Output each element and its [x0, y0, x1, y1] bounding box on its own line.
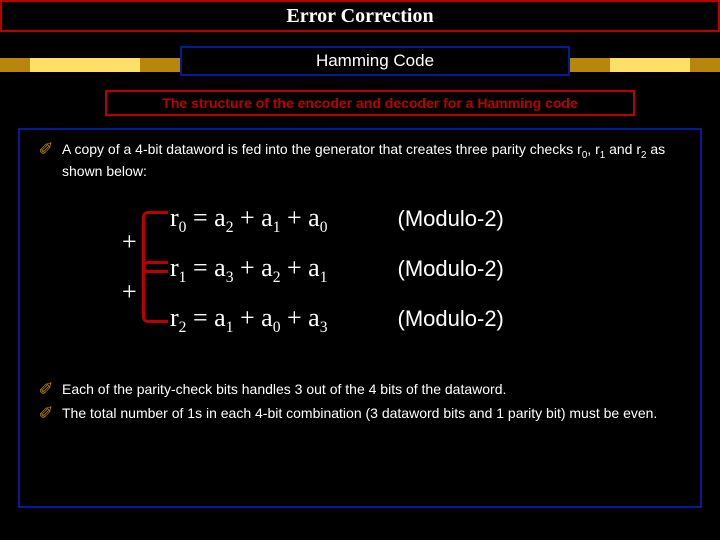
- bullet-3-text: The total number of 1s in each 4-bit com…: [62, 404, 688, 423]
- eq-equals: =: [186, 253, 214, 282]
- eq-equals: =: [186, 303, 214, 332]
- bullet-1-text: A copy of a 4-bit dataword is fed into t…: [62, 140, 688, 181]
- eq-plus: +: [281, 203, 309, 232]
- eq-term-var: a: [214, 203, 226, 232]
- bullet-2-text: Each of the parity-check bits handles 3 …: [62, 380, 688, 399]
- text-fragment: A copy of a 4-bit dataword is fed into t…: [62, 141, 582, 157]
- eq-term-var: a: [261, 253, 273, 282]
- text-fragment: , r: [587, 141, 599, 157]
- plus-connector-2: +: [122, 277, 137, 307]
- eq-lhs-var: r: [170, 303, 179, 332]
- eq-modulo: (Modulo-2): [398, 306, 504, 332]
- eq-plus: +: [281, 303, 309, 332]
- content-panel: ✐ A copy of a 4-bit dataword is fed into…: [18, 128, 702, 508]
- equations-area: + + r0 = a2 + a1 + a0(Modulo-2) r1 = a3 …: [100, 203, 688, 358]
- slide-title: Error Correction: [0, 0, 720, 32]
- plus-connector-1: +: [122, 227, 137, 257]
- equation-2: r1 = a3 + a2 + a1(Modulo-2): [170, 253, 504, 287]
- eq-plus: +: [233, 253, 261, 282]
- eq-term-var: a: [308, 303, 320, 332]
- equation-3: r2 = a1 + a0 + a3(Modulo-2): [170, 303, 504, 337]
- eq-term-sub: 1: [320, 269, 328, 286]
- equation-1: r0 = a2 + a1 + a0(Modulo-2): [170, 203, 504, 237]
- slide-subtitle: Hamming Code: [180, 46, 570, 76]
- text-fragment: and r: [605, 141, 641, 157]
- eq-lhs-var: r: [170, 253, 179, 282]
- eq-term-var: a: [308, 203, 320, 232]
- eq-term-var: a: [261, 303, 273, 332]
- bullet-2: ✐ Each of the parity-check bits handles …: [30, 380, 688, 400]
- eq-term-var: a: [308, 253, 320, 282]
- bullet-icon: ✐: [30, 140, 62, 160]
- eq-plus: +: [281, 253, 309, 282]
- eq-lhs-var: r: [170, 203, 179, 232]
- eq-term-sub: 3: [320, 319, 328, 336]
- bracket-2: [142, 261, 168, 323]
- eq-term-sub: 1: [273, 219, 281, 236]
- eq-term-sub: 2: [273, 269, 281, 286]
- eq-plus: +: [233, 303, 261, 332]
- slide-caption: The structure of the encoder and decoder…: [105, 90, 635, 116]
- bullet-icon: ✐: [30, 380, 62, 400]
- eq-term-sub: 0: [273, 319, 281, 336]
- eq-equals: =: [186, 203, 214, 232]
- eq-modulo: (Modulo-2): [398, 206, 504, 232]
- eq-plus: +: [233, 203, 261, 232]
- bullet-1: ✐ A copy of a 4-bit dataword is fed into…: [30, 140, 688, 181]
- eq-term-sub: 0: [320, 219, 328, 236]
- eq-term-var: a: [261, 203, 273, 232]
- eq-modulo: (Modulo-2): [398, 256, 504, 282]
- bullet-3: ✐ The total number of 1s in each 4-bit c…: [30, 404, 688, 424]
- eq-term-var: a: [214, 303, 226, 332]
- eq-term-var: a: [214, 253, 226, 282]
- bullet-icon: ✐: [30, 404, 62, 424]
